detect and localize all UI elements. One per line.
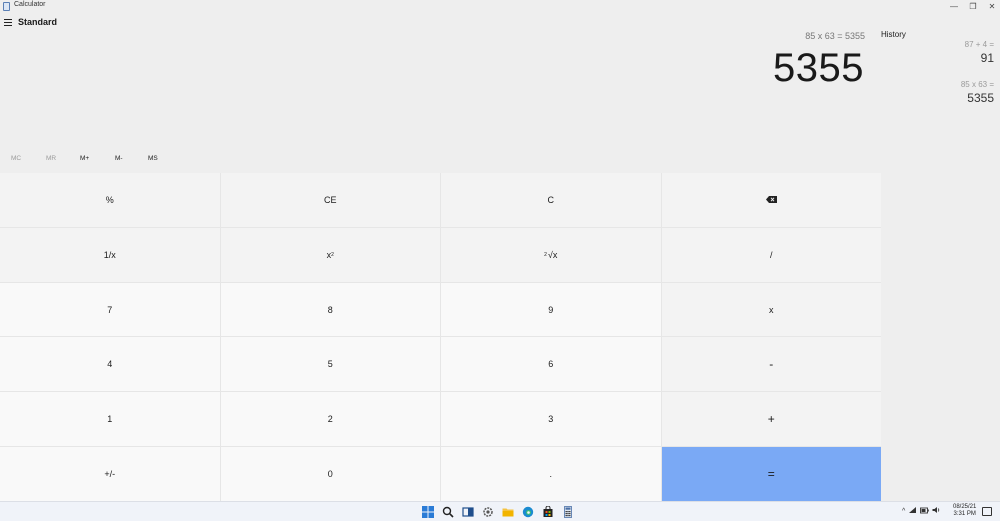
task-view-icon[interactable]: [461, 505, 475, 519]
taskbar-apps: [421, 505, 575, 519]
equals-button[interactable]: =: [661, 447, 881, 501]
history-item-result: 5355: [967, 91, 994, 105]
memory-add-button[interactable]: M+: [80, 155, 89, 162]
history-item-expression: 87 + 4 =: [964, 40, 994, 49]
battery-icon[interactable]: [920, 507, 930, 516]
divide-button[interactable]: /: [661, 227, 881, 282]
expression-display: 85 x 63 = 5355: [805, 31, 865, 41]
volume-icon[interactable]: [932, 506, 941, 516]
navigation-menu-icon[interactable]: [3, 18, 13, 27]
digit-1-button[interactable]: 1: [0, 392, 220, 447]
result-display: 5355: [773, 46, 864, 90]
digit-6-button[interactable]: 6: [441, 337, 661, 392]
root-symbol: √x: [547, 249, 558, 260]
close-button[interactable]: ✕: [981, 0, 1000, 13]
memory-clear-button[interactable]: MC: [11, 155, 21, 162]
digit-4-button[interactable]: 4: [0, 337, 220, 392]
tray-overflow-chevron-icon[interactable]: ^: [902, 508, 905, 515]
percent-button[interactable]: %: [0, 173, 220, 227]
memory-recall-button[interactable]: MR: [46, 155, 56, 162]
window-title: Calculator: [14, 1, 46, 8]
search-icon[interactable]: [441, 505, 455, 519]
history-item-result: 91: [980, 51, 994, 65]
memory-row: MC MR M+ M- MS: [0, 152, 880, 168]
decimal-button[interactable]: .: [441, 447, 661, 501]
clear-entry-button[interactable]: CE: [220, 173, 440, 227]
edge-browser-icon[interactable]: [521, 505, 535, 519]
calculator-icon[interactable]: [561, 505, 575, 519]
network-icon[interactable]: [908, 506, 917, 516]
keypad: % CE C 1/x x2 2 √x / 7 8 9 x 4 5 6 - 1 2 …: [0, 173, 881, 501]
negate-button[interactable]: +/-: [0, 447, 220, 501]
taskbar: ^ 08/25/21 3:31 PM: [0, 501, 1000, 521]
multiply-button[interactable]: x: [661, 282, 881, 337]
history-item-expression: 85 x 63 =: [960, 80, 994, 89]
digit-9-button[interactable]: 9: [441, 282, 661, 337]
settings-icon[interactable]: [481, 505, 495, 519]
digit-3-button[interactable]: 3: [441, 392, 661, 447]
digit-0-button[interactable]: 0: [220, 447, 440, 501]
memory-subtract-button[interactable]: M-: [115, 155, 123, 162]
backspace-button[interactable]: [661, 173, 881, 227]
taskbar-clock[interactable]: 08/25/21 3:31 PM: [953, 504, 976, 518]
square-exponent: 2: [331, 251, 334, 258]
windows-start-icon[interactable]: [421, 505, 435, 519]
plus-button[interactable]: +: [661, 392, 881, 447]
minus-button[interactable]: -: [661, 337, 881, 392]
digit-8-button[interactable]: 8: [220, 282, 440, 337]
reciprocal-button[interactable]: 1/x: [0, 227, 220, 282]
clear-button[interactable]: C: [441, 173, 661, 227]
memory-store-button[interactable]: MS: [148, 155, 158, 162]
root-index: 2: [544, 251, 547, 258]
backspace-icon: [765, 196, 777, 204]
clock-time: 3:31 PM: [953, 511, 976, 517]
file-explorer-icon[interactable]: [501, 505, 515, 519]
calculator-app-icon: [3, 2, 10, 11]
title-bar: Calculator — ❐ ✕: [0, 0, 1000, 13]
digit-5-button[interactable]: 5: [220, 337, 440, 392]
history-tab[interactable]: History: [881, 30, 906, 39]
digit-2-button[interactable]: 2: [220, 392, 440, 447]
history-item[interactable]: 85 x 63 = 5355: [961, 80, 994, 105]
store-icon[interactable]: [541, 505, 555, 519]
clock-date: 08/25/21: [953, 504, 977, 510]
system-tray: ^: [902, 506, 941, 516]
calculator-mode-title: Standard: [18, 17, 58, 27]
notification-center-icon[interactable]: [982, 507, 992, 516]
square-button[interactable]: x2: [220, 227, 440, 282]
digit-7-button[interactable]: 7: [0, 282, 220, 337]
history-item[interactable]: 87 + 4 = 91: [965, 40, 994, 65]
square-root-button[interactable]: 2 √x: [441, 227, 661, 282]
